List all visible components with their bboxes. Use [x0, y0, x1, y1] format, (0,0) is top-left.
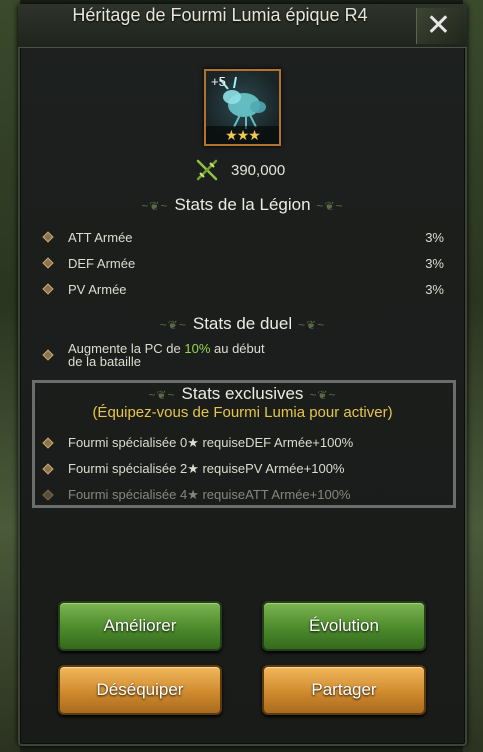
bullet-diamond-icon	[42, 463, 54, 475]
close-icon: ✕	[425, 9, 452, 42]
stat-label: Fourmi spécialisée 2★ requisePV Armée+10…	[68, 461, 345, 476]
duel-description: Augmente la PC de 10% au début de la bat…	[68, 342, 268, 368]
power-row: 390,000	[195, 158, 285, 182]
duel-highlight: 10%	[184, 341, 211, 356]
exclusive-subtitle: (Équipez-vous de Fourmi Lumia pour activ…	[92, 404, 393, 421]
legion-heading-text: Stats de la Légion	[174, 195, 311, 214]
legion-stat-row: PV Armée 3%	[42, 278, 444, 300]
close-button[interactable]: ✕	[416, 8, 460, 44]
flourish-right-icon: ~❦~	[309, 388, 337, 402]
legion-heading: ~❦~ Stats de la Légion ~❦~	[30, 195, 455, 215]
stat-value: 3%	[425, 281, 444, 297]
bullet-diamond-icon	[42, 231, 54, 243]
bullet-diamond-icon	[42, 489, 54, 501]
stat-label: PV Armée	[68, 281, 127, 297]
page-title: Héritage de Fourmi Lumia épique R4	[72, 5, 368, 25]
flourish-left-icon: ~❦~	[159, 318, 187, 332]
stat-label: DEF Armée	[68, 255, 136, 271]
exclusive-heading: ~❦~ Stats exclusives ~❦~	[30, 384, 455, 404]
flourish-left-icon: ~❦~	[141, 199, 169, 213]
flourish-right-icon: ~❦~	[298, 318, 326, 332]
flourish-right-icon: ~❦~	[316, 199, 344, 213]
bullet-diamond-icon	[42, 349, 54, 361]
stat-value: 3%	[425, 255, 444, 271]
item-icon-frame: +5 ★★★	[204, 69, 281, 146]
background-left	[0, 0, 20, 752]
upgrade-button[interactable]: Améliorer	[58, 601, 222, 651]
unequip-button[interactable]: Déséquiper	[58, 665, 222, 715]
duel-stat-row: Augmente la PC de 10% au début de la bat…	[42, 342, 444, 370]
share-button[interactable]: Partager	[262, 665, 426, 715]
duel-heading-text: Stats de duel	[192, 314, 293, 333]
duel-heading: ~❦~ Stats de duel ~❦~	[30, 314, 455, 334]
legion-stat-row: DEF Armée 3%	[42, 252, 444, 274]
stat-label: Fourmi spécialisée 0★ requiseDEF Armée+1…	[68, 435, 354, 450]
legion-stat-row: ATT Armée 3%	[42, 226, 444, 248]
bullet-diamond-icon	[42, 437, 54, 449]
exclusive-stat-row: Fourmi spécialisée 0★ requiseDEF Armée+1…	[42, 432, 444, 454]
evolution-button[interactable]: Évolution	[262, 601, 426, 651]
item-level: +5	[211, 74, 226, 89]
crossed-swords-icon	[196, 159, 218, 181]
exclusive-heading-text: Stats exclusives	[181, 384, 304, 403]
stat-label: Fourmi spécialisée 4★ requiseATT Armée+1…	[68, 487, 351, 502]
exclusive-stat-row: Fourmi spécialisée 4★ requiseATT Armée+1…	[42, 484, 444, 506]
stat-value: 3%	[425, 229, 444, 245]
bullet-diamond-icon	[42, 257, 54, 269]
item-stars: ★★★	[206, 126, 279, 144]
flourish-left-icon: ~❦~	[148, 388, 176, 402]
stat-label: ATT Armée	[68, 229, 133, 245]
exclusive-stat-row: Fourmi spécialisée 2★ requisePV Armée+10…	[42, 458, 444, 480]
bullet-diamond-icon	[42, 283, 54, 295]
power-value: 390,000	[231, 161, 286, 179]
